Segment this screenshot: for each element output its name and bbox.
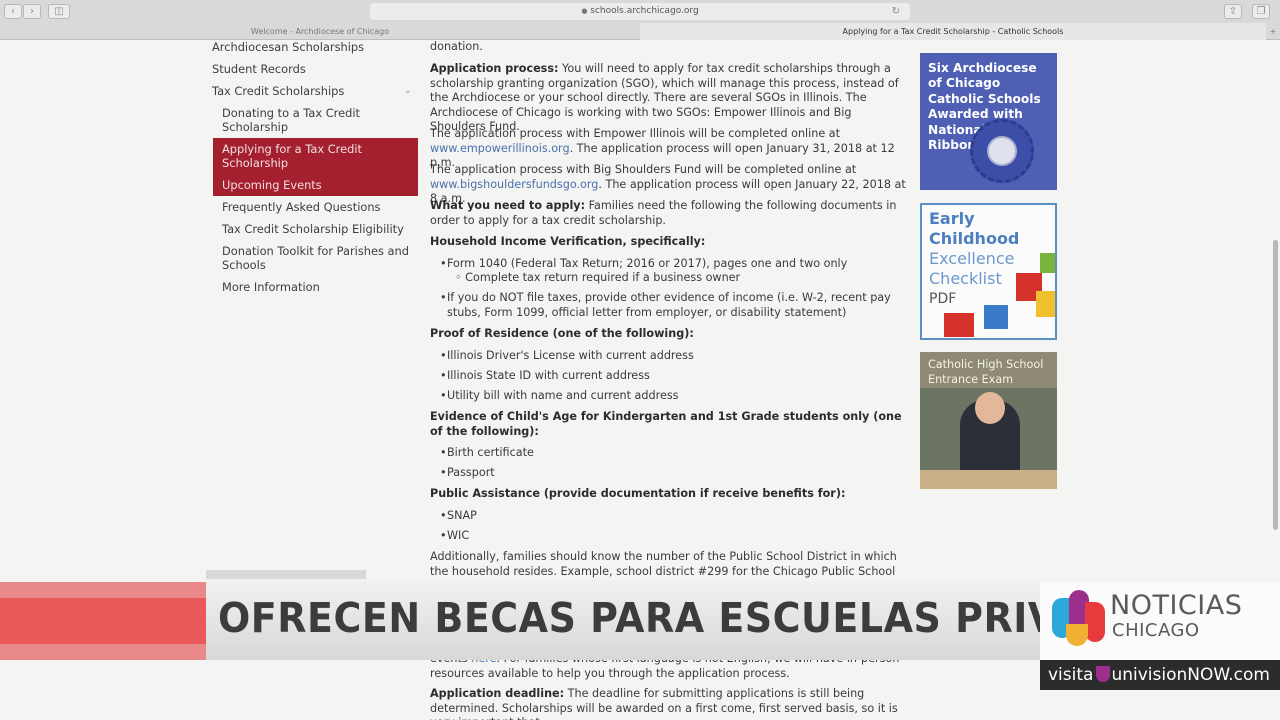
- list-item: • Birth certificate: [440, 446, 910, 461]
- list-item: • Form 1040 (Federal Tax Return; 2016 or …: [440, 257, 910, 272]
- logo-chicago: CHICAGO: [1112, 620, 1200, 641]
- list-item: • Illinois Driver's License with current …: [440, 349, 910, 364]
- address-bar[interactable]: ● schools.archchicago.org ↻: [370, 3, 910, 20]
- need-paragraph: What you need to apply: Families need th…: [430, 199, 908, 228]
- list-item-text: If you do NOT file taxes, provide other …: [447, 291, 891, 319]
- sidebar-item-label: Tax Credit Scholarships: [212, 84, 345, 98]
- sidebar-toggle-button[interactable]: ◫: [48, 4, 70, 19]
- sidebar-item-donating[interactable]: Donating to a Tax Credit Scholarship: [222, 106, 418, 134]
- need-label: What you need to apply:: [430, 199, 586, 212]
- chevron-left-icon: ‹: [11, 6, 15, 17]
- sidebar-icon: ◫: [54, 6, 64, 17]
- univision-logo-icon: [1052, 590, 1108, 648]
- empower-pre-text: The application process with Empower Ill…: [430, 127, 841, 140]
- list-item: • Illinois State ID with current address: [440, 369, 910, 384]
- donation-tail: donation.: [430, 40, 483, 53]
- toy-block-icon: [1040, 253, 1055, 273]
- univision-now-text: univisionNOW.com: [1111, 665, 1270, 685]
- list-item: • WIC: [440, 529, 910, 544]
- student-face: [975, 392, 1005, 424]
- logo-noticias: NOTICIAS: [1110, 590, 1243, 621]
- share-icon: ⇧: [1228, 6, 1238, 17]
- share-button[interactable]: ⇧: [1224, 4, 1242, 19]
- list-item-text: Form 1040 (Federal Tax Return; 2016 or 2…: [447, 257, 848, 270]
- tab-applying[interactable]: Applying for a Tax Credit Scholarship - …: [640, 23, 1266, 40]
- chevron-down-icon[interactable]: ⌄: [404, 84, 412, 98]
- toy-block-icon: [944, 313, 974, 337]
- broadcast-headline: OFRECEN BECAS PARA ESCUELAS PRIVADAS: [218, 594, 1175, 642]
- browser-chrome: ‹ › ◫ ≡ ● schools.archchicago.org ↻ ⇧ ❐ …: [0, 0, 1280, 40]
- list-item-text: SNAP: [447, 509, 477, 522]
- list-subitem-text: Complete tax return required if a busine…: [465, 271, 741, 284]
- list-item-text: WIC: [447, 529, 470, 542]
- tab-welcome[interactable]: Welcome - Archdiocese of Chicago: [0, 23, 640, 40]
- tab-bar: Welcome - Archdiocese of Chicago Applyin…: [0, 23, 1280, 40]
- early-childhood-banner[interactable]: Early Childhood Excellence Checklist PDF: [920, 203, 1057, 340]
- sidebar-item-student-records[interactable]: Student Records: [212, 62, 418, 76]
- list-item: • If you do NOT file taxes, provide other…: [440, 291, 910, 320]
- entrance-exam-banner[interactable]: Catholic High School Entrance Exam: [920, 352, 1057, 489]
- application-process-paragraph: Application process: You will need to ap…: [430, 62, 908, 135]
- reload-icon[interactable]: ↻: [892, 3, 900, 20]
- list-item-text: Illinois Driver's License with current a…: [447, 349, 694, 362]
- assistance-heading: Public Assistance (provide documentation…: [430, 487, 846, 500]
- new-tab-button[interactable]: +: [1266, 23, 1280, 40]
- sidebar-item-applying[interactable]: Applying for a Tax Credit Scholarship: [222, 142, 418, 170]
- lower-third-accent-inner: [0, 598, 210, 644]
- bsf-pre-text: The application process with Big Shoulde…: [430, 163, 857, 176]
- bsf-link[interactable]: www.bigshouldersfundsgo.org: [430, 178, 598, 191]
- browser-toolbar: ‹ › ◫ ≡ ● schools.archchicago.org ↻ ⇧ ❐: [0, 0, 1280, 23]
- sidebar-item-more-information[interactable]: More Information: [222, 280, 418, 294]
- plus-icon: +: [1269, 27, 1277, 36]
- visita-text: visita: [1048, 665, 1094, 685]
- age-heading: Evidence of Child's Age for Kindergarten…: [430, 410, 902, 438]
- blue-ribbon-banner[interactable]: Six Archdiocese of Chicago Catholic Scho…: [920, 53, 1057, 190]
- univision-mini-icon: [1096, 666, 1111, 682]
- residence-heading: Proof of Residence (one of the following…: [430, 327, 694, 340]
- list-item: • Utility bill with name and current addr…: [440, 389, 910, 404]
- income-heading: Household Income Verification, specifica…: [430, 235, 706, 248]
- visita-bar: visita univisionNOW.com: [1040, 660, 1280, 690]
- page-scrollbar[interactable]: [1273, 240, 1278, 530]
- ribbon-seal-icon: [970, 119, 1034, 183]
- list-item-text: Illinois State ID with current address: [447, 369, 650, 382]
- list-item-text: Birth certificate: [447, 446, 534, 459]
- station-logo: NOTICIAS CHICAGO: [1040, 582, 1280, 660]
- forward-button[interactable]: ›: [23, 4, 41, 19]
- back-button[interactable]: ‹: [4, 4, 22, 19]
- lock-icon: ●: [581, 7, 588, 15]
- list-item-text: Utility bill with name and current addre…: [447, 389, 679, 402]
- chevron-right-icon: ›: [30, 6, 34, 17]
- sidebar-item-archdiocesan-scholarships[interactable]: Archdiocesan Scholarships: [212, 40, 418, 54]
- early-childhood-title: Early Childhood: [929, 209, 1020, 248]
- tabs-icon: ❐: [1256, 6, 1266, 17]
- list-item-text: Passport: [447, 466, 495, 479]
- sidebar-item-donation-toolkit[interactable]: Donation Toolkit for Parishes and School…: [222, 244, 418, 272]
- sidebar-item-eligibility[interactable]: Tax Credit Scholarship Eligibility: [222, 222, 418, 236]
- empower-link[interactable]: www.empowerillinois.org: [430, 142, 570, 155]
- deadline-paragraph: Application deadline: The deadline for s…: [430, 687, 908, 720]
- sidebar-item-tax-credit-scholarships[interactable]: Tax Credit Scholarships ⌄: [212, 84, 418, 98]
- application-process-label: Application process:: [430, 62, 559, 75]
- desk-shape: [920, 470, 1057, 489]
- sidebar-item-upcoming-events[interactable]: Upcoming Events: [222, 178, 418, 192]
- list-item: • SNAP: [440, 509, 910, 524]
- toy-block-icon: [1036, 291, 1055, 317]
- tabs-button[interactable]: ❐: [1252, 4, 1270, 19]
- list-item: • Passport: [440, 466, 910, 481]
- toy-block-icon: [984, 305, 1008, 329]
- url-text: schools.archchicago.org: [590, 6, 699, 16]
- entrance-exam-caption: Catholic High School Entrance Exam: [928, 358, 1044, 386]
- deadline-label: Application deadline:: [430, 687, 565, 700]
- sidebar-item-faq[interactable]: Frequently Asked Questions: [222, 200, 418, 214]
- list-subitem: ◦ Complete tax return required if a busi…: [455, 271, 741, 284]
